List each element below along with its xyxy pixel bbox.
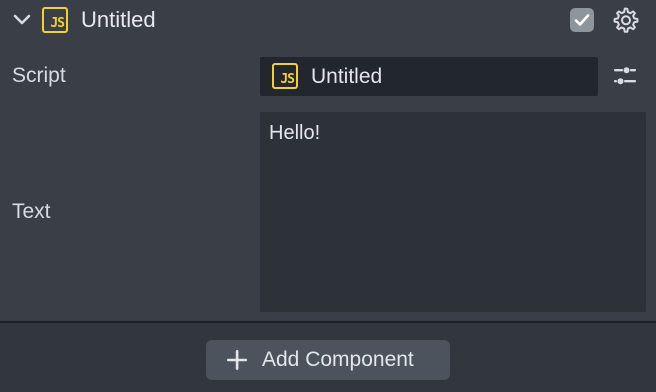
js-badge-text: JS	[280, 72, 295, 87]
sliders-icon[interactable]	[612, 64, 638, 88]
plus-icon	[227, 350, 247, 370]
script-asset-field[interactable]: JS Untitled	[260, 57, 598, 96]
script-field-value: Untitled	[311, 65, 383, 88]
js-file-icon: JS	[42, 7, 68, 33]
gear-icon[interactable]	[611, 6, 639, 34]
add-component-button[interactable]: Add Component	[206, 340, 450, 380]
js-badge-text: JS	[50, 16, 65, 31]
text-label: Text	[12, 200, 51, 223]
js-file-icon: JS	[272, 63, 298, 89]
component-title: Untitled	[81, 7, 156, 32]
enabled-checkbox[interactable]	[570, 8, 594, 32]
script-label: Script	[12, 64, 66, 87]
text-area-field[interactable]: Hello!	[260, 112, 646, 312]
add-component-label: Add Component	[262, 348, 414, 371]
chevron-down-icon[interactable]	[12, 12, 32, 28]
checkmark-icon	[574, 14, 590, 26]
component-header[interactable]: JS Untitled	[0, 0, 656, 42]
footer: Add Component	[0, 323, 656, 392]
component-panel: JS Untitled Script JS Untitled Text Hell…	[0, 0, 656, 321]
